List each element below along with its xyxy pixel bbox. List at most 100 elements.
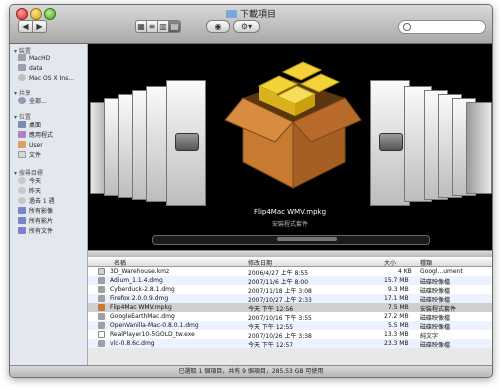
sidebar-item-applications[interactable]: 應用程式 <box>18 131 53 140</box>
cover-flow-icon: ▤ <box>170 22 179 31</box>
sidebar-item-documents[interactable]: 文件 <box>18 151 41 160</box>
clock-icon <box>18 177 26 184</box>
file-name: RealPlayer10-5GOLD_tw.exe <box>110 331 195 338</box>
icon-view-icon: ▦ <box>137 22 145 31</box>
clock-icon <box>18 187 26 194</box>
home-icon <box>18 141 26 148</box>
file-size: 17.1 MB <box>384 295 409 302</box>
column-header-kind[interactable]: 種類 <box>420 258 432 267</box>
hard-drive-icon <box>18 54 26 61</box>
table-row[interactable]: RealPlayer10-5GOLD_tw.exe 2007/10/26 上午 … <box>88 330 492 340</box>
sidebar-item-today[interactable]: 今天 <box>18 177 41 186</box>
file-size: 27.2 MB <box>384 313 409 320</box>
hard-drive-icon <box>18 64 26 71</box>
sidebar-item-user[interactable]: User <box>18 141 43 150</box>
file-name: Firefox 2.0.0.9.dmg <box>110 295 169 302</box>
search-icon <box>403 23 411 31</box>
file-name: OpenVanilla-Mac-0.8.0.1.dmg <box>110 322 199 329</box>
sidebar-section-shared[interactable]: ▾ 共享 <box>14 88 31 97</box>
action-menu-button[interactable]: ⚙▾ <box>233 20 260 33</box>
column-view-icon: ▥ <box>159 22 167 31</box>
applications-icon <box>18 131 26 138</box>
file-size: 15.7 MB <box>384 277 409 284</box>
window-title: 下載項目 <box>10 7 492 20</box>
smart-folder-icon <box>18 217 26 224</box>
list-header: 名稱 修改日期 大小 種類 <box>88 257 492 267</box>
eye-icon: ◉ <box>214 22 222 31</box>
sidebar-item-all-documents[interactable]: 所有文件 <box>18 227 53 236</box>
quick-look-button[interactable]: ◉ <box>206 20 230 33</box>
package-icon[interactable] <box>223 50 363 194</box>
forward-button[interactable]: ▶ <box>32 20 47 33</box>
coverflow-item[interactable] <box>166 80 206 206</box>
table-row[interactable]: vlc-0.8.6c.dmg 今天 下午 12:57 23.3 MB 磁碟映像檔 <box>88 339 492 349</box>
disk-image-icon <box>98 286 105 293</box>
sidebar-item-desktop[interactable]: 桌面 <box>18 121 41 130</box>
sidebar-item-all-images[interactable]: 所有影像 <box>18 207 53 216</box>
disk-image-icon <box>175 133 199 151</box>
disk-image-icon <box>98 295 105 302</box>
cover-flow-view-button[interactable]: ▤ <box>168 20 181 33</box>
list-view-icon: ≡ <box>148 22 156 31</box>
sidebar-item-all-shared[interactable]: 全部... <box>18 97 47 106</box>
package-icon <box>98 304 105 311</box>
file-name: GoogleEarthMac.dmg <box>110 313 175 320</box>
sidebar-item-yesterday[interactable]: 昨天 <box>18 187 41 196</box>
table-row[interactable]: 3D_Warehouse.kmz 2006/4/27 上午 8:55 4 KB … <box>88 267 492 277</box>
status-bar: 已選取 1 個項目，共有 9 個項目，285.53 GB 可使用 <box>10 365 492 377</box>
forward-arrow-icon: ▶ <box>36 22 43 31</box>
disc-icon <box>18 74 26 81</box>
coverflow-scrollbar[interactable] <box>152 235 430 245</box>
file-name: Flip4Mac WMV.mpkg <box>110 304 172 311</box>
title-bar: 下載項目 ◀ ▶ ▦ ≡ ▥ ▤ ◉ ⚙▾ <box>10 5 492 44</box>
file-kind: Googl...ument <box>420 268 463 275</box>
cover-flow-area[interactable]: Flip4Mac WMV.mpkg 安裝程式套件 <box>88 44 492 250</box>
documents-icon <box>18 151 26 158</box>
table-row[interactable]: GoogleEarthMac.dmg 2007/10/16 下午 3:55 27… <box>88 312 492 322</box>
desktop-icon <box>18 121 26 128</box>
table-row[interactable]: OpenVanilla-Mac-0.8.0.1.dmg 今天 下午 12:55 … <box>88 321 492 331</box>
disk-image-icon <box>379 133 403 151</box>
column-header-size[interactable]: 大小 <box>384 258 396 267</box>
smart-folder-icon <box>18 207 26 214</box>
column-header-name[interactable]: 名稱 <box>114 258 126 267</box>
sidebar-item-past-week[interactable]: 過去 1 週 <box>18 197 55 206</box>
sidebar-section-places[interactable]: ▾ 位置 <box>14 112 31 121</box>
network-icon <box>18 97 26 104</box>
table-row[interactable]: Adium_1.1.4.dmg 2007/11/6 上午 8:00 15.7 M… <box>88 276 492 286</box>
file-size: 23.3 MB <box>384 340 409 347</box>
smart-folder-icon <box>18 227 26 234</box>
back-arrow-icon: ◀ <box>22 22 29 31</box>
sidebar-section-search-for[interactable]: ▾ 搜尋目標 <box>14 168 43 177</box>
file-size: 13.3 MB <box>384 331 409 338</box>
clock-icon <box>18 197 26 204</box>
gear-icon: ⚙▾ <box>240 22 253 31</box>
sidebar-item-all-movies[interactable]: 所有影片 <box>18 217 53 226</box>
finder-window: 下載項目 ◀ ▶ ▦ ≡ ▥ ▤ ◉ ⚙▾ ▾ 裝置 MacHD data Ma… <box>9 4 493 378</box>
scrollbar-thumb[interactable] <box>277 237 337 241</box>
sidebar: ▾ 裝置 MacHD data Mac OS X Ins... ▾ 共享 全部.… <box>10 44 88 365</box>
sidebar-item-machd[interactable]: MacHD <box>18 54 50 63</box>
disk-image-icon <box>98 340 105 347</box>
column-header-date[interactable]: 修改日期 <box>248 258 272 267</box>
text-document-icon <box>98 331 105 338</box>
coverflow-caption: Flip4Mac WMV.mpkg <box>253 208 327 216</box>
disk-image-icon <box>98 313 105 320</box>
search-input[interactable] <box>398 20 486 34</box>
table-row-selected[interactable]: Flip4Mac WMV.mpkg 今天 下午 12:56 7.5 MB 安裝程… <box>88 303 492 313</box>
file-date: 今天 下午 12:57 <box>248 342 294 349</box>
file-name: Cyberduck-2.8.1.dmg <box>110 286 175 293</box>
folder-icon <box>225 10 237 18</box>
table-row[interactable]: Cyberduck-2.8.1.dmg 2007/11/18 上午 3:08 9… <box>88 285 492 295</box>
back-button[interactable]: ◀ <box>18 20 33 33</box>
file-name: vlc-0.8.6c.dmg <box>110 340 155 347</box>
disk-image-icon <box>98 277 105 284</box>
file-name: Adium_1.1.4.dmg <box>110 277 163 284</box>
file-name: 3D_Warehouse.kmz <box>110 268 170 275</box>
sidebar-item-data[interactable]: data <box>18 64 43 73</box>
coverflow-item[interactable] <box>466 102 492 194</box>
file-size: 7.5 MB <box>388 304 409 311</box>
sidebar-item-mac-os-x-install[interactable]: Mac OS X Ins... <box>18 74 74 83</box>
table-row[interactable]: Firefox 2.0.0.9.dmg 2007/10/27 上午 2:33 1… <box>88 294 492 304</box>
file-size: 5.5 MB <box>388 322 409 329</box>
